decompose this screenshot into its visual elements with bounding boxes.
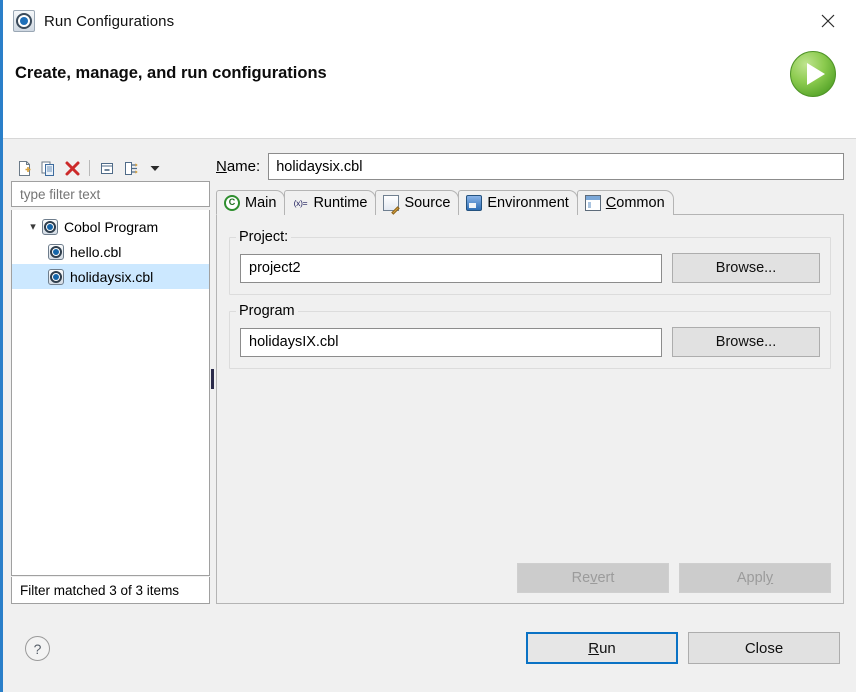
project-browse-button[interactable]: Browse... — [672, 253, 820, 283]
close-icon[interactable] — [806, 4, 850, 38]
window-title: Run Configurations — [44, 13, 174, 30]
collapse-all-icon[interactable] — [96, 157, 118, 179]
filter-launch-configurations-icon[interactable] — [120, 157, 142, 179]
toolbar-separator — [89, 160, 90, 176]
project-value: project2 — [249, 260, 301, 276]
cobol-main-icon: C — [224, 195, 240, 211]
delete-x-glyph — [64, 160, 81, 177]
configuration-editor: Name: holidaysix.cbl C Main (x)= Runtime — [216, 153, 844, 604]
page-title: Create, manage, and run configurations — [15, 64, 327, 83]
cobol-run-icon — [13, 10, 35, 32]
tab-label: Environment — [487, 195, 568, 211]
expand-chevron-icon[interactable]: ▾ — [26, 220, 40, 233]
tab-label: Source — [404, 195, 450, 211]
tab-environment[interactable]: Environment — [458, 190, 577, 215]
dialog-header: Create, manage, and run configurations — [3, 42, 856, 139]
tree-item-holidaysix-cbl[interactable]: holidaysix.cbl — [12, 264, 209, 289]
program-group-label: Program — [236, 303, 298, 319]
tab-label: Runtime — [313, 195, 367, 211]
run-configurations-dialog: Run Configurations Create, manage, and r… — [0, 0, 856, 692]
program-value: holidaysIX.cbl — [249, 334, 338, 350]
cobol-config-icon — [48, 244, 64, 260]
chevron-down-glyph — [148, 161, 162, 175]
configurations-tree[interactable]: ▾ Cobol Program hello.cbl holidaysix.cbl — [11, 210, 210, 576]
name-row: Name: holidaysix.cbl — [216, 153, 844, 180]
play-triangle — [807, 63, 825, 85]
tab-runtime[interactable]: (x)= Runtime — [284, 190, 376, 215]
variables-icon: (x)= — [292, 195, 308, 211]
project-group: Project: project2 Browse... — [229, 237, 831, 295]
cobol-program-icon — [42, 219, 58, 235]
tree-item-label: Cobol Program — [64, 219, 158, 235]
project-group-label: Project: — [236, 229, 291, 245]
program-input[interactable]: holidaysIX.cbl — [240, 328, 662, 357]
program-group: Program holidaysIX.cbl Browse... — [229, 311, 831, 369]
duplicate-configuration-icon[interactable] — [37, 157, 59, 179]
name-input[interactable]: holidaysix.cbl — [268, 153, 844, 180]
duplicate-glyph — [40, 160, 57, 177]
tree-item-label: hello.cbl — [70, 244, 121, 260]
project-field-row: project2 Browse... — [240, 253, 820, 283]
new-configuration-icon[interactable] — [13, 157, 35, 179]
source-lookup-icon — [383, 195, 399, 211]
sash-grip — [211, 369, 214, 389]
configurations-panel: ▾ Cobol Program hello.cbl holidaysix.cbl… — [11, 155, 210, 604]
program-field-row: holidaysIX.cbl Browse... — [240, 327, 820, 357]
tab-strip: C Main (x)= Runtime Source Environment — [216, 190, 844, 215]
delete-configuration-icon[interactable] — [61, 157, 83, 179]
tabs-holder: C Main (x)= Runtime Source Environment — [216, 190, 844, 604]
help-question-icon[interactable]: ? — [25, 636, 50, 661]
tab-main[interactable]: C Main — [216, 190, 285, 215]
project-input[interactable]: project2 — [240, 254, 662, 283]
filter-input[interactable] — [18, 186, 203, 203]
filter-input-wrapper[interactable] — [11, 181, 210, 207]
footer-buttons: Run Close — [526, 632, 840, 664]
tab-label: Main — [245, 195, 276, 211]
main-tab-pane: Project: project2 Browse... Program — [216, 214, 844, 604]
tree-item-cobol-program[interactable]: ▾ Cobol Program — [12, 214, 209, 239]
collapse-all-glyph — [99, 160, 116, 177]
configurations-toolbar — [11, 155, 210, 181]
name-value: holidaysix.cbl — [276, 159, 362, 175]
new-config-glyph — [16, 160, 33, 177]
tab-source[interactable]: Source — [375, 190, 459, 215]
view-menu-chevron-icon[interactable] — [144, 157, 166, 179]
tree-item-hello-cbl[interactable]: hello.cbl — [12, 239, 209, 264]
pane-buttons: Revert Apply — [517, 563, 831, 593]
common-icon — [585, 195, 601, 211]
revert-button[interactable]: Revert — [517, 563, 669, 593]
filter-status-text: Filter matched 3 of 3 items — [11, 577, 210, 604]
apply-button[interactable]: Apply — [679, 563, 831, 593]
run-button[interactable]: Run — [526, 632, 678, 664]
filter-glyph — [123, 160, 140, 177]
title-bar: Run Configurations — [3, 0, 856, 42]
tab-common[interactable]: Common — [577, 190, 674, 215]
green-run-play-icon — [790, 51, 840, 101]
environment-icon — [466, 195, 482, 211]
name-label: Name: — [216, 158, 260, 175]
close-glyph — [820, 13, 836, 29]
play-circle — [790, 51, 836, 97]
dialog-body: ▾ Cobol Program hello.cbl holidaysix.cbl… — [3, 139, 856, 616]
program-browse-button[interactable]: Browse... — [672, 327, 820, 357]
close-button[interactable]: Close — [688, 632, 840, 664]
tab-label: Common — [606, 195, 665, 211]
dialog-footer: ? Run Close — [3, 616, 856, 692]
tree-item-label: holidaysix.cbl — [70, 269, 153, 285]
cobol-config-icon — [48, 269, 64, 285]
